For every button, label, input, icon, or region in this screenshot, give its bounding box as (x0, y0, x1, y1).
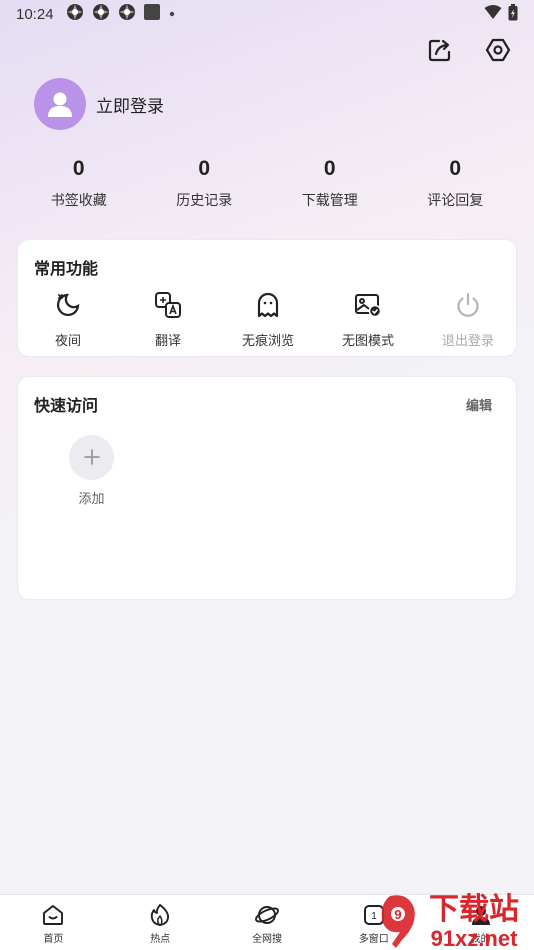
card-title: 常用功能 (34, 259, 99, 278)
app-notification-icon (66, 3, 84, 25)
planet-icon (254, 902, 280, 928)
stat-value: 0 (449, 157, 462, 180)
notification-icons (66, 3, 176, 25)
translate-icon (153, 290, 183, 320)
status-time: 10:24 (16, 5, 54, 23)
battery-icon (508, 3, 518, 25)
stat-history[interactable]: 0 历史记录 (142, 156, 268, 210)
edit-button[interactable]: 编辑 (466, 395, 492, 414)
watermark-cn-text: 下载站 (429, 892, 519, 927)
home-icon (40, 902, 66, 928)
ghost-icon (253, 290, 283, 320)
watermark-logo: 9 下载站 91xz.net (381, 892, 519, 950)
status-bar: 10:24 (0, 0, 534, 28)
share-button[interactable] (426, 38, 454, 66)
stats-row: 0 书签收藏 0 历史记录 0 下载管理 0 评论回复 (16, 156, 518, 210)
stat-label: 评论回复 (427, 193, 484, 209)
stat-label: 历史记录 (176, 193, 233, 209)
stat-value: 0 (72, 157, 85, 180)
add-label: 添加 (78, 492, 105, 507)
stat-bookmarks[interactable]: 0 书签收藏 (16, 156, 142, 210)
dot-icon (168, 6, 176, 22)
feature-label: 退出登录 (441, 334, 494, 349)
power-icon (453, 290, 483, 320)
watermark: 9 下载站 91xz.net (362, 886, 534, 950)
feature-label: 夜间 (54, 334, 81, 349)
square-notification-icon (143, 4, 160, 24)
login-label[interactable]: 立即登录 (96, 92, 164, 117)
nav-label: 热点 (150, 934, 171, 945)
feature-label: 无痕浏览 (241, 334, 294, 349)
feature-no-image[interactable]: 无图模式 (318, 290, 418, 349)
settings-button[interactable] (484, 38, 512, 66)
nav-home[interactable]: 首页 (0, 895, 107, 950)
settings-icon (485, 37, 511, 67)
status-right (484, 3, 518, 25)
nav-label: 首页 (43, 934, 64, 945)
feature-row: 夜间 翻译 无痕浏览 无图模式 退出登录 (18, 290, 518, 349)
feature-incognito[interactable]: 无痕浏览 (218, 290, 318, 349)
avatar[interactable] (34, 78, 86, 130)
share-icon (427, 37, 453, 67)
stat-downloads[interactable]: 0 下载管理 (267, 156, 393, 210)
app-notification-icon (92, 3, 110, 25)
stat-comments[interactable]: 0 评论回复 (393, 156, 519, 210)
wifi-icon (484, 4, 502, 24)
plus-icon (83, 443, 101, 473)
card-title: 快速访问 (34, 396, 99, 415)
add-circle (69, 435, 114, 480)
feature-label: 无图模式 (341, 334, 394, 349)
quick-access-card: 快速访问 编辑 添加 (17, 376, 517, 600)
watermark-logo-text: 9 (394, 907, 401, 922)
moon-icon (53, 290, 83, 320)
stat-value: 0 (198, 157, 211, 180)
nav-hot[interactable]: 热点 (107, 895, 214, 950)
common-features-card: 常用功能 夜间 翻译 无痕浏览 无图模式 退出登录 (17, 239, 517, 357)
top-actions (426, 38, 512, 66)
app-notification-icon (118, 3, 136, 25)
stat-label: 下载管理 (301, 193, 358, 209)
stat-value: 0 (323, 157, 336, 180)
feature-night-mode[interactable]: 夜间 (18, 290, 118, 349)
no-image-icon (353, 290, 383, 320)
flame-icon (147, 902, 173, 928)
feature-translate[interactable]: 翻译 (118, 290, 218, 349)
stat-label: 书签收藏 (50, 193, 107, 209)
profile-login[interactable]: 立即登录 (34, 78, 164, 130)
watermark-en-text: 91xz.net (431, 926, 518, 950)
nav-search-all[interactable]: 全网搜 (214, 895, 321, 950)
add-shortcut-button[interactable]: 添加 (69, 435, 114, 507)
feature-label: 翻译 (154, 334, 181, 349)
nav-label: 全网搜 (251, 934, 282, 945)
feature-logout[interactable]: 退出登录 (418, 290, 518, 349)
